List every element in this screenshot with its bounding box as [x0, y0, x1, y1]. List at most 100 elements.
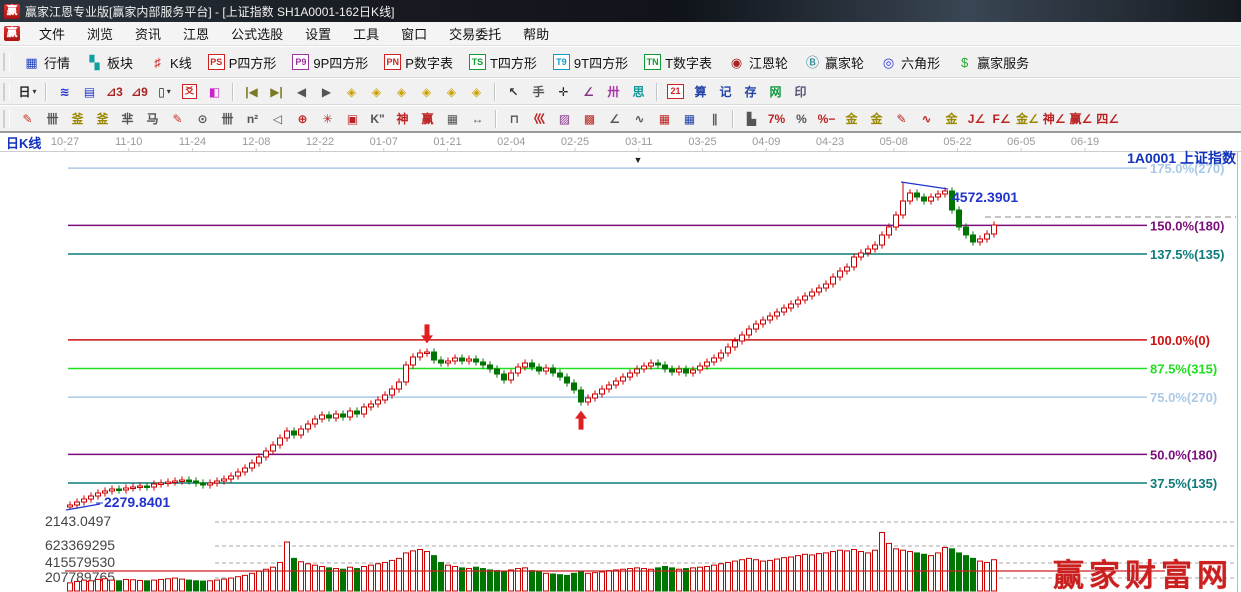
arrows-lr-icon[interactable]: ↔: [466, 108, 489, 130]
gold-line-icon[interactable]: 金: [865, 108, 888, 130]
toolbar-gann-wheel[interactable]: ◉江恩轮: [720, 50, 796, 75]
candle-style-dropdown[interactable]: ▯▾: [153, 81, 176, 103]
toolbar-9p-square[interactable]: P99P四方形: [284, 50, 376, 75]
export-icon[interactable]: 网: [764, 81, 787, 103]
win-grid-icon[interactable]: 赢: [416, 108, 439, 130]
menu-item-公式选股[interactable]: 公式选股: [220, 25, 294, 44]
price-scale-icon[interactable]: ▙: [740, 108, 763, 130]
diamond-expand-x-button[interactable]: ◈: [365, 81, 388, 103]
menu-item-浏览[interactable]: 浏览: [76, 25, 124, 44]
go-next-button[interactable]: ▶: [315, 81, 338, 103]
diamond-compress-button[interactable]: ◈: [415, 81, 438, 103]
toolbar-winner-wheel[interactable]: Ⓑ赢家轮: [796, 50, 872, 75]
draw-pencil-icon[interactable]: ✎: [16, 108, 39, 130]
n2-icon[interactable]: n²: [241, 108, 264, 130]
title-bar[interactable]: 赢 赢家江恩专业版[赢家内部服务平台] - [上证指数 SH1A0001-162…: [0, 0, 1241, 22]
box-star-icon[interactable]: ▩: [578, 108, 601, 130]
spiral-icon[interactable]: 马: [141, 108, 164, 130]
k-quote-icon[interactable]: K": [366, 108, 389, 130]
j-angle-icon[interactable]: J∠: [965, 108, 988, 130]
angle-lines-icon[interactable]: ∠: [603, 108, 626, 130]
circle-target-icon[interactable]: ⊕: [291, 108, 314, 130]
notes-icon[interactable]: 记: [714, 81, 737, 103]
go-last-button[interactable]: ▶|: [265, 81, 288, 103]
percent-icon[interactable]: %: [790, 108, 813, 130]
box-fan-icon[interactable]: ▨: [553, 108, 576, 130]
pattern-box-icon[interactable]: 爻: [178, 81, 201, 103]
pencil-measure-icon[interactable]: ✎: [166, 108, 189, 130]
ruler-ticks-icon[interactable]: 卌: [41, 108, 64, 130]
win-angle-icon[interactable]: 赢∠: [1069, 108, 1094, 130]
minibars-9-icon[interactable]: ⊿9: [128, 81, 151, 103]
toolbar-winner-service[interactable]: $赢家服务: [948, 50, 1037, 75]
brain-icon[interactable]: 思: [627, 81, 650, 103]
save-icon[interactable]: 存: [739, 81, 762, 103]
toolbar-quotes[interactable]: ▦行情: [15, 50, 78, 75]
f-ruler-icon[interactable]: 芈: [116, 108, 139, 130]
toolbar-p-square[interactable]: PSP四方形: [200, 50, 285, 75]
toolbar-grip[interactable]: [3, 83, 10, 101]
menu-item-帮助[interactable]: 帮助: [512, 25, 560, 44]
wave-icon[interactable]: ∿: [628, 108, 651, 130]
color-chart-icon[interactable]: ◧: [203, 81, 226, 103]
tsquare-icon[interactable]: ⊓: [503, 108, 526, 130]
diamond-width-button[interactable]: ◈: [390, 81, 413, 103]
gold-angle-icon[interactable]: 金∠: [1015, 108, 1040, 130]
calendar-icon[interactable]: 21: [664, 81, 687, 103]
toolbar-9t-square[interactable]: T99T四方形: [545, 50, 636, 75]
four-angle-icon[interactable]: 四∠: [1095, 108, 1120, 130]
wave-channel-icon[interactable]: ∿: [915, 108, 938, 130]
diamond-star-button[interactable]: ◈: [440, 81, 463, 103]
toolbar-grip[interactable]: [3, 110, 10, 128]
menu-item-资讯[interactable]: 资讯: [124, 25, 172, 44]
ticks-icon[interactable]: 卌: [216, 108, 239, 130]
fan-lines-icon[interactable]: 巛: [528, 108, 551, 130]
menu-item-设置[interactable]: 设置: [294, 25, 342, 44]
starburst-icon[interactable]: ✳: [316, 108, 339, 130]
percent-line-icon[interactable]: %−: [815, 108, 838, 130]
period-dropdown[interactable]: 日▾: [16, 81, 39, 103]
minibars-3-icon[interactable]: ⊿3: [103, 81, 126, 103]
diamond-expand-all-button[interactable]: ◈: [465, 81, 488, 103]
shen-grid-icon[interactable]: 神: [391, 108, 414, 130]
parallel-lines-icon[interactable]: ∥: [703, 108, 726, 130]
crosshair-icon[interactable]: ✛: [552, 81, 575, 103]
menu-item-江恩[interactable]: 江恩: [172, 25, 220, 44]
shen-angle-icon[interactable]: 神∠: [1042, 108, 1067, 130]
scroll-position-marker[interactable]: ▼: [634, 155, 643, 165]
grid-blue-icon[interactable]: ▦: [678, 108, 701, 130]
toolbar-t-square[interactable]: TST四方形: [461, 50, 545, 75]
freehand-icon[interactable]: ≋: [53, 81, 76, 103]
gold-gann-icon[interactable]: 釜: [66, 108, 89, 130]
hand-pan-icon[interactable]: 手: [527, 81, 550, 103]
print-icon[interactable]: 印: [789, 81, 812, 103]
memo-icon[interactable]: ▤: [78, 81, 101, 103]
cursor-arrow-icon[interactable]: ↖: [502, 81, 525, 103]
gold-circle-icon[interactable]: 金: [840, 108, 863, 130]
menu-item-工具[interactable]: 工具: [342, 25, 390, 44]
menu-item-交易委托[interactable]: 交易委托: [438, 25, 512, 44]
f-angle-icon[interactable]: F∠: [990, 108, 1013, 130]
angle-measure-icon[interactable]: ∠: [577, 81, 600, 103]
menu-item-窗口[interactable]: 窗口: [390, 25, 438, 44]
grid-target-icon[interactable]: ▣: [341, 108, 364, 130]
toolbar-grip[interactable]: [3, 53, 10, 71]
grid-red-icon[interactable]: ▦: [653, 108, 676, 130]
menu-item-文件[interactable]: 文件: [28, 25, 76, 44]
brush-icon[interactable]: ✎: [890, 108, 913, 130]
kline-chart-canvas[interactable]: 10-2711-1011-2412-0812-2201-0701-2102-04…: [0, 132, 1241, 592]
toolbar-hexagon[interactable]: ◎六角形: [872, 50, 948, 75]
diamond-shrink-x-button[interactable]: ◈: [340, 81, 363, 103]
period-label[interactable]: 日K线: [6, 136, 41, 151]
toolbar-kline[interactable]: ♯K线: [141, 50, 200, 75]
chart-pane[interactable]: 10-2711-1011-2412-0812-2201-0701-2102-04…: [0, 132, 1241, 592]
go-prev-button[interactable]: ◀: [290, 81, 313, 103]
grid-123-icon[interactable]: ▦: [441, 108, 464, 130]
percent-7-icon[interactable]: 7%: [765, 108, 788, 130]
toolbar-sectors[interactable]: ▚板块: [78, 50, 141, 75]
go-first-button[interactable]: |◀: [240, 81, 263, 103]
gold-underline-icon[interactable]: 金: [940, 108, 963, 130]
toolbar-t-table[interactable]: TNT数字表: [636, 50, 720, 75]
flag-icon[interactable]: ◁: [266, 108, 289, 130]
toolbar-p-table[interactable]: PNP数字表: [376, 50, 461, 75]
